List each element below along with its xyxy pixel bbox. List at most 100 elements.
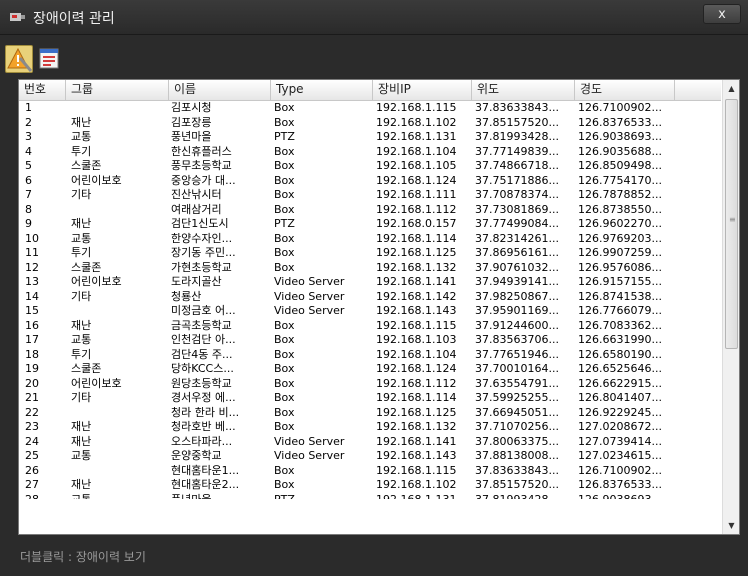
cell-longitude: 126.8376533... [578, 115, 662, 129]
table-row[interactable]: 21 기타 경서우정 에... Box 192.168.1.114 37.59925255… [19, 391, 721, 406]
cell-longitude: 126.6622915... [578, 376, 662, 390]
table-row[interactable]: 23 재난 청라호반 베... Box 192.168.1.132 37.71070256… [19, 420, 721, 435]
cell-group: 투기 [71, 246, 92, 259]
scroll-down-arrow-icon[interactable]: ▼ [723, 517, 739, 534]
cell-type: Box [274, 362, 295, 375]
cell-name: 김포장릉 [171, 115, 212, 129]
table-row[interactable]: 3 교통 풍년마을 PTZ 192.168.1.131 37.81993428... 126… [19, 130, 721, 145]
table-row[interactable]: 24 재난 오스타파라... Video Server 192.168.1.141 37.… [19, 435, 721, 450]
table-row[interactable]: 22 청라 한라 비... Box 192.168.1.125 37.66945051.… [19, 406, 721, 421]
cell-latitude: 37.83633843... [475, 463, 559, 477]
title-bar[interactable]: 장애이력 관리 x [0, 0, 748, 35]
cell-no: 5 [25, 159, 32, 172]
cell-name: 장기동 주민... [171, 246, 236, 259]
table-row[interactable]: 9 재난 검단1신도시 PTZ 192.168.0.157 37.77499084... 1… [19, 217, 721, 232]
column-header-name[interactable]: 이름 [169, 80, 271, 100]
cell-ip: 192.168.0.157 [376, 217, 457, 230]
report-button[interactable] [37, 45, 65, 73]
cell-name: 가현초등학교 [171, 260, 232, 274]
table-row[interactable]: 10 교통 한양수자인... Box 192.168.1.114 37.82314261.… [19, 232, 721, 247]
table-row[interactable]: 17 교통 인천검단 아... Box 192.168.1.103 37.83563706… [19, 333, 721, 348]
table-row[interactable]: 12 스쿨존 가현초등학교 Box 192.168.1.132 37.90761032..… [19, 261, 721, 276]
cell-ip: 192.168.1.114 [376, 231, 457, 245]
table-row[interactable]: 18 투기 검단4동 주... Box 192.168.1.104 37.77651946… [19, 348, 721, 363]
table-row[interactable]: 13 어린이보호 도라지골산 Video Server 192.168.1.141 37.… [19, 275, 721, 290]
cell-name: 검단4동 주... [171, 347, 233, 361]
cell-ip: 192.168.1.143 [376, 304, 457, 317]
table-row[interactable]: 14 기타 청룡산 Video Server 192.168.1.142 37.98250… [19, 290, 721, 305]
table-row[interactable]: 6 어린이보호 중앙승가 대... Box 192.168.1.124 37.751718… [19, 174, 721, 189]
cell-name: 풍무초등학교 [171, 159, 232, 172]
table-row[interactable]: 20 어린이보호 원당초등학교 Box 192.168.1.112 37.63554791… [19, 377, 721, 392]
cell-type: Box [274, 144, 295, 158]
table-row[interactable]: 28 교통풍년마을PTZ192.168.1.131 37.81993428...12… [19, 493, 721, 499]
cell-ip: 192.168.1.115 [376, 318, 457, 332]
table-row[interactable]: 4 투기 한신휴플러스 Box 192.168.1.104 37.77149839... 1… [19, 145, 721, 160]
table-row[interactable]: 27 재난 현대홈타운2... Box 192.168.1.102 37.85157520… [19, 478, 721, 493]
cell-longitude: 127.0739414... [578, 434, 662, 448]
cell-name: 운양중학교 [171, 449, 222, 462]
cell-no: 17 [25, 333, 39, 346]
cell-longitude: 126.6631990... [578, 333, 662, 346]
column-header-no[interactable]: 번호 [19, 80, 66, 100]
cell-name: 현대홈타운2... [171, 478, 240, 491]
table-row[interactable]: 25 교통 운양중학교 Video Server 192.168.1.143 37.881… [19, 449, 721, 464]
cell-name: 진산낚시터 [171, 188, 222, 201]
cell-no: 21 [25, 391, 39, 404]
cell-longitude: 126.9035688... [578, 144, 662, 158]
cell-no: 10 [25, 231, 39, 245]
cell-no: 9 [25, 217, 32, 230]
cell-type: Box [274, 318, 295, 332]
cell-longitude: 126.7100902... [578, 101, 662, 114]
scrollbar-thumb[interactable]: ≡ [725, 99, 738, 349]
alarm-clear-button[interactable] [5, 45, 33, 73]
column-header-group[interactable]: 그룹 [66, 80, 169, 100]
cell-name: 중앙승가 대... [171, 173, 236, 187]
cell-longitude: 126.7100902... [578, 463, 662, 477]
cell-latitude: 37.85157520... [475, 478, 559, 491]
cell-longitude: 126.8376533... [578, 478, 662, 491]
table-row[interactable]: 11 투기 장기동 주민... Box 192.168.1.125 37.86956161… [19, 246, 721, 261]
table-row[interactable]: 8 여래삼거리 Box 192.168.1.112 37.73081869... 126.… [19, 203, 721, 218]
table-row[interactable]: 26 현대홈타운1... Box 192.168.1.115 37.83633843..… [19, 464, 721, 479]
table-row[interactable]: 16 재난 금곡초등학교 Box 192.168.1.115 37.91244600...… [19, 319, 721, 334]
table-row[interactable]: 2 재난 김포장릉 Box 192.168.1.102 37.85157520... 126… [19, 116, 721, 131]
cell-ip: 192.168.1.112 [376, 376, 457, 390]
table-row[interactable]: 5 스쿨존 풍무초등학교 Box 192.168.1.105 37.74866718...… [19, 159, 721, 174]
table-row[interactable]: 1 김포시청 Box 192.168.1.115 37.83633843... 126.7… [19, 101, 721, 116]
cell-type: PTZ [274, 493, 374, 499]
column-header-type[interactable]: Type [271, 80, 373, 100]
cell-no: 11 [25, 246, 39, 259]
cell-longitude: 126.9602270... [578, 217, 662, 230]
cell-type: Video Server [274, 449, 345, 462]
column-header-ip[interactable]: 장비IP [373, 80, 472, 100]
list-header: 번호 그룹 이름 Type 장비IP 위도 경도 [19, 80, 721, 101]
scroll-up-arrow-icon[interactable]: ▲ [723, 80, 739, 97]
cell-name: 금곡초등학교 [171, 318, 232, 332]
cell-ip: 192.168.1.132 [376, 420, 457, 433]
cell-group: 교통 [71, 333, 92, 346]
cell-latitude: 37.70878374... [475, 188, 559, 201]
cell-name: 당하KCC스... [171, 362, 234, 375]
table-row[interactable]: 15 미정금호 어... Video Server 192.168.1.143 37.9… [19, 304, 721, 319]
cell-latitude: 37.91244600... [475, 318, 559, 332]
cell-longitude: 126.8741538... [578, 289, 662, 303]
column-header-filler [675, 80, 721, 100]
vertical-scrollbar[interactable]: ▲ ≡ ▼ [722, 80, 739, 534]
cell-type: Box [274, 420, 295, 433]
column-header-longitude[interactable]: 경도 [575, 80, 675, 100]
column-header-latitude[interactable]: 위도 [472, 80, 575, 100]
cell-type: Box [274, 188, 295, 201]
cell-ip: 192.168.1.141 [376, 434, 457, 448]
table-row[interactable]: 19 스쿨존 당하KCC스... Box 192.168.1.124 37.7001016… [19, 362, 721, 377]
cell-longitude: 126.8738550... [578, 202, 662, 216]
close-button[interactable]: x [703, 4, 741, 24]
cell-no: 16 [25, 318, 39, 332]
table-row[interactable]: 7 기타 진산낚시터 Box 192.168.1.111 37.70878374... 12… [19, 188, 721, 203]
cell-group: 스쿨존 [71, 362, 102, 375]
cell-latitude: 37.80063375... [475, 434, 559, 448]
cell-ip: 192.168.1.142 [376, 289, 457, 303]
cell-type: Box [274, 159, 295, 172]
cell-ip: 192.168.1.143 [376, 449, 457, 462]
history-list[interactable]: 번호 그룹 이름 Type 장비IP 위도 경도 1 김포시청 Box 192.168… [18, 79, 740, 535]
